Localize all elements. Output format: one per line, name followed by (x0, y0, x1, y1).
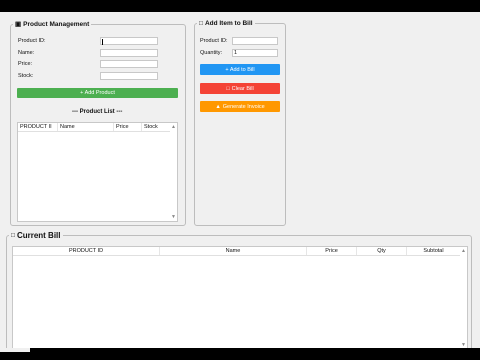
current-bill-table[interactable]: PRODUCT ID Name Price Qty Subtotal ▲ ▼ (12, 246, 468, 350)
column-header[interactable]: Price (307, 247, 357, 255)
product-list-header: PRODUCT II Name Price Stock (18, 123, 171, 132)
quantity-label: Quantity: (200, 50, 223, 56)
cart-icon: □ (199, 20, 203, 27)
column-header[interactable]: Name (160, 247, 307, 255)
app-window: ▣ Product Management Product ID: Name: P… (0, 12, 480, 352)
stock-label: Stock: (18, 73, 34, 79)
product-id-input[interactable] (100, 37, 158, 45)
add-to-bill-title: Add Item to Bill (204, 20, 253, 27)
scroll-up-icon[interactable]: ▲ (171, 124, 176, 130)
scroll-down-icon[interactable]: ▼ (171, 214, 176, 220)
box-icon: ▣ (15, 21, 22, 28)
price-input[interactable] (100, 60, 158, 68)
add-to-bill-button[interactable]: + Add to Bill (200, 64, 280, 75)
bill-product-id-label: Product ID: (200, 38, 228, 44)
stock-input[interactable] (100, 72, 158, 80)
document-icon: ▲ (215, 103, 221, 110)
current-bill-title: Current Bill (16, 231, 61, 240)
scroll-up-icon[interactable]: ▲ (461, 248, 466, 254)
column-header[interactable]: Name (58, 123, 114, 131)
column-header[interactable]: PRODUCT II (18, 123, 58, 131)
clear-bill-button[interactable]: □ Clear Bill (200, 83, 280, 94)
window-tab[interactable] (0, 348, 30, 352)
column-header[interactable]: Price (114, 123, 142, 131)
text-cursor (102, 39, 103, 45)
column-header[interactable]: PRODUCT ID (13, 247, 160, 255)
bill-product-id-input[interactable] (232, 37, 278, 45)
product-management-title: Product Management (23, 20, 90, 28)
name-label: Name: (18, 50, 35, 56)
price-label: Price: (18, 61, 33, 67)
receipt-icon: □ (11, 232, 15, 239)
current-bill-scrollbar[interactable]: ▲ ▼ (460, 247, 467, 349)
product-list-title: --- Product List --- (72, 109, 123, 115)
product-id-label: Product ID: (18, 38, 46, 44)
name-input[interactable] (100, 49, 158, 57)
add-product-button[interactable]: + Add Product (17, 88, 178, 98)
product-list-table[interactable]: PRODUCT II Name Price Stock ▲ ▼ (17, 122, 178, 222)
quantity-input[interactable]: 1 (232, 49, 278, 57)
current-bill-header: PRODUCT ID Name Price Qty Subtotal (13, 247, 461, 256)
bottom-bar (0, 348, 480, 360)
generate-invoice-button[interactable]: ▲ Generate Invoice (200, 101, 280, 112)
column-header[interactable]: Stock (142, 123, 171, 131)
trash-icon: □ (226, 85, 230, 92)
product-list-scrollbar[interactable]: ▲ ▼ (170, 123, 177, 221)
column-header[interactable]: Qty (357, 247, 407, 255)
column-header[interactable]: Subtotal (407, 247, 461, 255)
